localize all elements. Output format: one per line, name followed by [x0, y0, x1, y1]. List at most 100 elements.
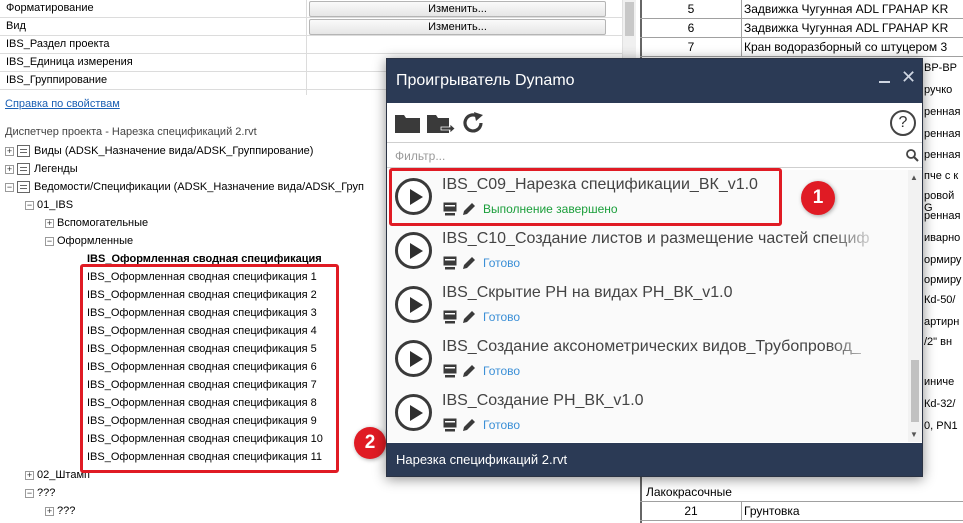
- tree-label: 01_IBS: [37, 199, 74, 211]
- highlight-box-script: [389, 168, 782, 226]
- scrollbar-thumb[interactable]: [911, 360, 919, 422]
- cell-divider: [741, 502, 742, 521]
- expand-icon[interactable]: +: [25, 470, 34, 480]
- table-row[interactable]: 21 Грунтовка: [640, 502, 963, 521]
- dataset-icon: [443, 364, 457, 378]
- tree-item-01-ibs[interactable]: −01_IBS: [25, 196, 73, 214]
- active-document-name: Нарезка спецификаций 2.rvt: [396, 452, 568, 467]
- table-row[interactable]: 6 Задвижка Чугунная ADL ГРАНАР KR: [640, 19, 963, 38]
- edit-icon[interactable]: [461, 255, 477, 271]
- edit-icon[interactable]: [461, 309, 477, 325]
- section-label: Лакокрасочные: [646, 485, 732, 499]
- expand-icon[interactable]: +: [45, 218, 54, 228]
- table-section-row[interactable]: Лакокрасочные: [640, 482, 963, 502]
- row-number: 6: [687, 21, 695, 35]
- close-icon[interactable]: ✕: [901, 68, 916, 86]
- table-row[interactable]: 7 Кран водоразборный со штуцером 3: [640, 38, 963, 57]
- property-row-section[interactable]: IBS_Раздел проекта: [0, 36, 622, 54]
- schedule-fragment: ренная: [924, 149, 961, 161]
- cell-divider: [741, 19, 742, 38]
- views-icon: [17, 145, 30, 158]
- script-item[interactable]: IBS_C10_Создание листов и размещение час…: [387, 224, 907, 278]
- tree-label: Легенды: [34, 163, 78, 175]
- highlight-box-schedule-list: [80, 264, 339, 473]
- script-item[interactable]: IBS_Создание аксонометрических видов_Тру…: [387, 332, 907, 386]
- row-number: 21: [684, 504, 698, 518]
- property-name: Форматирование: [6, 2, 94, 14]
- cell-divider: [741, 0, 742, 19]
- script-item[interactable]: IBS_Создание РН_ВК_v1.0 Готово: [387, 386, 907, 440]
- collapse-icon[interactable]: −: [25, 488, 34, 498]
- schedule-fragment: /2" вн: [924, 336, 953, 348]
- dynamo-status-bar: Нарезка спецификаций 2.rvt: [387, 443, 922, 476]
- schedule-clipped-column: ВР-ВР ручко ренная ренная ренная пче с к…: [924, 58, 963, 482]
- scrollbar-thumb[interactable]: [625, 2, 634, 36]
- minimize-icon[interactable]: [879, 81, 890, 83]
- tree-label: Виды (ADSK_Назначение вида/ADSK_Группиро…: [34, 145, 314, 157]
- schedule-fragment: ренная: [924, 128, 961, 140]
- export-folder-icon[interactable]: [427, 111, 455, 135]
- dynamo-title-bar[interactable]: Проигрыватель Dynamo ✕: [387, 59, 922, 103]
- expand-icon[interactable]: +: [5, 146, 14, 156]
- legend-icon: [17, 163, 30, 176]
- collapse-icon[interactable]: −: [25, 200, 34, 210]
- script-status: Готово: [483, 310, 521, 324]
- collapse-icon[interactable]: −: [5, 182, 14, 192]
- play-icon[interactable]: [395, 286, 432, 323]
- help-icon[interactable]: ?: [890, 110, 916, 136]
- tree-item-legends[interactable]: + Легенды: [5, 160, 78, 178]
- schedule-fragment: ВР-ВР: [924, 62, 958, 74]
- script-item[interactable]: IBS_Скрытие РН на видах РН_ВК_v1.0 Готов…: [387, 278, 907, 332]
- tree-label: Вспомогательные: [57, 217, 149, 229]
- row-name: Задвижка Чугунная ADL ГРАНАР KR: [744, 21, 949, 35]
- property-row-view: Вид Изменить...: [0, 18, 622, 36]
- filter-bar: [387, 144, 922, 168]
- schedule-fragment: пче с к: [924, 170, 959, 182]
- script-name: IBS_Создание РН_ВК_v1.0: [442, 392, 644, 409]
- property-name: IBS_Единица измерения: [6, 56, 133, 68]
- edit-icon[interactable]: [461, 417, 477, 433]
- tree-item-views[interactable]: + Виды (ADSK_Назначение вида/ADSK_Группир…: [5, 142, 313, 160]
- expand-icon[interactable]: +: [45, 506, 54, 516]
- dataset-icon: [443, 256, 457, 270]
- schedule-fragment: иварно: [924, 232, 961, 244]
- cell-divider: [741, 38, 742, 57]
- tree-item-unknown[interactable]: −???: [25, 484, 55, 502]
- table-row[interactable]: 5 Задвижка Чугунная ADL ГРАНАР KR: [640, 0, 963, 19]
- edit-icon[interactable]: [461, 363, 477, 379]
- tree-item-unknown-child[interactable]: +???: [45, 502, 75, 520]
- scroll-up-icon[interactable]: ▲: [910, 173, 918, 182]
- script-name: IBS_Создание аксонометрических видов_Тру…: [442, 338, 861, 355]
- script-name: IBS_Скрытие РН на видах РН_ВК_v1.0: [442, 284, 733, 301]
- play-icon[interactable]: [395, 232, 432, 269]
- schedule-fragment: ренная: [924, 210, 961, 222]
- dynamo-toolbar: ?: [387, 103, 922, 143]
- schedule-fragment: ормиру: [924, 274, 962, 286]
- edit-view-button[interactable]: Изменить...: [309, 19, 606, 35]
- row-number: 5: [687, 2, 695, 16]
- row-number: 7: [687, 40, 695, 54]
- tree-item-formatted[interactable]: − Оформленные: [45, 232, 133, 250]
- script-name: IBS_C10_Создание листов и размещение час…: [442, 230, 870, 247]
- property-name: Вид: [6, 20, 26, 32]
- edit-formatting-button[interactable]: Изменить...: [309, 1, 606, 17]
- filter-input[interactable]: [395, 148, 875, 164]
- tree-label: Оформленные: [57, 235, 134, 247]
- script-status: Готово: [483, 418, 521, 432]
- column-divider: [306, 0, 307, 95]
- play-icon[interactable]: [395, 340, 432, 377]
- refresh-icon[interactable]: [461, 111, 485, 135]
- expand-icon[interactable]: +: [5, 164, 14, 174]
- callout-badge-2: 2: [354, 427, 386, 459]
- tree-label: Ведомости/Спецификации (ADSK_Назначение …: [34, 181, 364, 193]
- scroll-down-icon[interactable]: ▼: [910, 430, 918, 439]
- play-icon[interactable]: [395, 394, 432, 431]
- search-icon[interactable]: [906, 149, 919, 162]
- tree-item-schedules[interactable]: − Ведомости/Спецификации (ADSK_Назначение…: [5, 178, 364, 196]
- open-folder-icon[interactable]: [395, 112, 421, 134]
- script-list-scrollbar[interactable]: ▲ ▼: [908, 170, 922, 442]
- properties-help-link[interactable]: Справка по свойствам: [5, 98, 120, 110]
- collapse-icon[interactable]: −: [45, 236, 54, 246]
- property-name: IBS_Раздел проекта: [6, 38, 110, 50]
- tree-item-aux[interactable]: + Вспомогательные: [45, 214, 148, 232]
